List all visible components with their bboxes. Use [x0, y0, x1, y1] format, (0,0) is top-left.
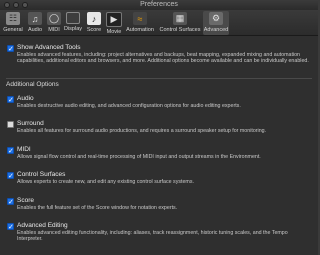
control-surfaces-checkbox[interactable]: ✓: [7, 172, 14, 180]
toolbar-item-display[interactable]: Display: [63, 11, 83, 35]
show-advanced-tools-checkbox[interactable]: ✓: [7, 45, 14, 53]
toolbar-item-audio[interactable]: ♫ Audio: [26, 11, 44, 35]
option-label: Show Advanced Tools: [17, 44, 81, 51]
option-label: Score: [17, 197, 34, 204]
preferences-toolbar: ☷ General ♫ Audio ◯ MIDI Display ♪ Score…: [0, 10, 318, 36]
option-description: Allows experts to create new, and edit a…: [17, 179, 194, 185]
option-label: Control Surfaces: [17, 171, 66, 178]
advanced-editing-checkbox[interactable]: ✓: [7, 223, 14, 231]
toolbar-item-general[interactable]: ☷ General: [2, 11, 24, 35]
midi-icon: ◯: [47, 12, 61, 25]
option-description: Enables the full feature set of the Scor…: [17, 205, 178, 211]
toolbar-item-score[interactable]: ♪ Score: [85, 11, 103, 35]
preferences-window: Preferences ☷ General ♫ Audio ◯ MIDI Dis…: [0, 0, 318, 255]
control-surfaces-icon: ▦: [173, 12, 187, 25]
option-advanced-editing: ✓ Advanced Editing Enables advanced edit…: [6, 222, 312, 250]
toolbar-item-midi[interactable]: ◯ MIDI: [46, 11, 62, 35]
option-description: Enables advanced features, including: pr…: [17, 52, 309, 65]
advanced-pane: ✓ Show Advanced Tools Enables advanced f…: [0, 36, 318, 255]
toolbar-item-movie[interactable]: ▶ Movie: [105, 11, 123, 35]
option-description: Enables destructive audio editing, and a…: [17, 103, 241, 109]
option-description: Allows signal flow control and real-time…: [17, 154, 261, 160]
option-description: Enables all features for surround audio …: [17, 128, 267, 134]
option-score: ✓ Score Enables the full feature set of …: [6, 197, 312, 217]
toolbar-item-advanced[interactable]: ⚙ Advanced: [203, 11, 229, 35]
section-divider: [6, 78, 312, 79]
option-label: Surround: [17, 120, 44, 127]
gear-icon: ⚙: [209, 12, 223, 25]
option-surround: Surround Enables all features for surrou…: [6, 120, 312, 140]
automation-icon: ≈: [133, 12, 147, 25]
window-title: Preferences: [140, 1, 178, 8]
option-control-surfaces: ✓ Control Surfaces Allows experts to cre…: [6, 171, 312, 191]
audio-checkbox[interactable]: ✓: [7, 96, 14, 104]
show-advanced-tools-option: ✓ Show Advanced Tools Enables advanced f…: [6, 44, 312, 77]
display-icon: [66, 12, 80, 24]
section-title: Additional Options: [6, 81, 59, 88]
movie-icon: ▶: [106, 12, 122, 27]
option-midi: ✓ MIDI Allows signal flow control and re…: [6, 146, 312, 166]
score-icon: ♪: [87, 12, 101, 25]
toolbar-item-automation[interactable]: ≈ Automation: [125, 11, 155, 35]
option-description: Enables advanced editing functionality, …: [17, 230, 288, 243]
midi-checkbox[interactable]: ✓: [7, 147, 14, 155]
toolbar-item-control-surfaces[interactable]: ▦ Control Surfaces: [158, 11, 202, 35]
option-label: Audio: [17, 95, 34, 102]
option-audio: ✓ Audio Enables destructive audio editin…: [6, 95, 312, 115]
option-label: MIDI: [17, 146, 31, 153]
surround-checkbox[interactable]: [7, 121, 14, 128]
switch-icon: ☷: [6, 12, 20, 25]
score-checkbox[interactable]: ✓: [7, 198, 14, 206]
option-label: Advanced Editing: [17, 222, 68, 229]
audio-icon: ♫: [28, 12, 42, 25]
